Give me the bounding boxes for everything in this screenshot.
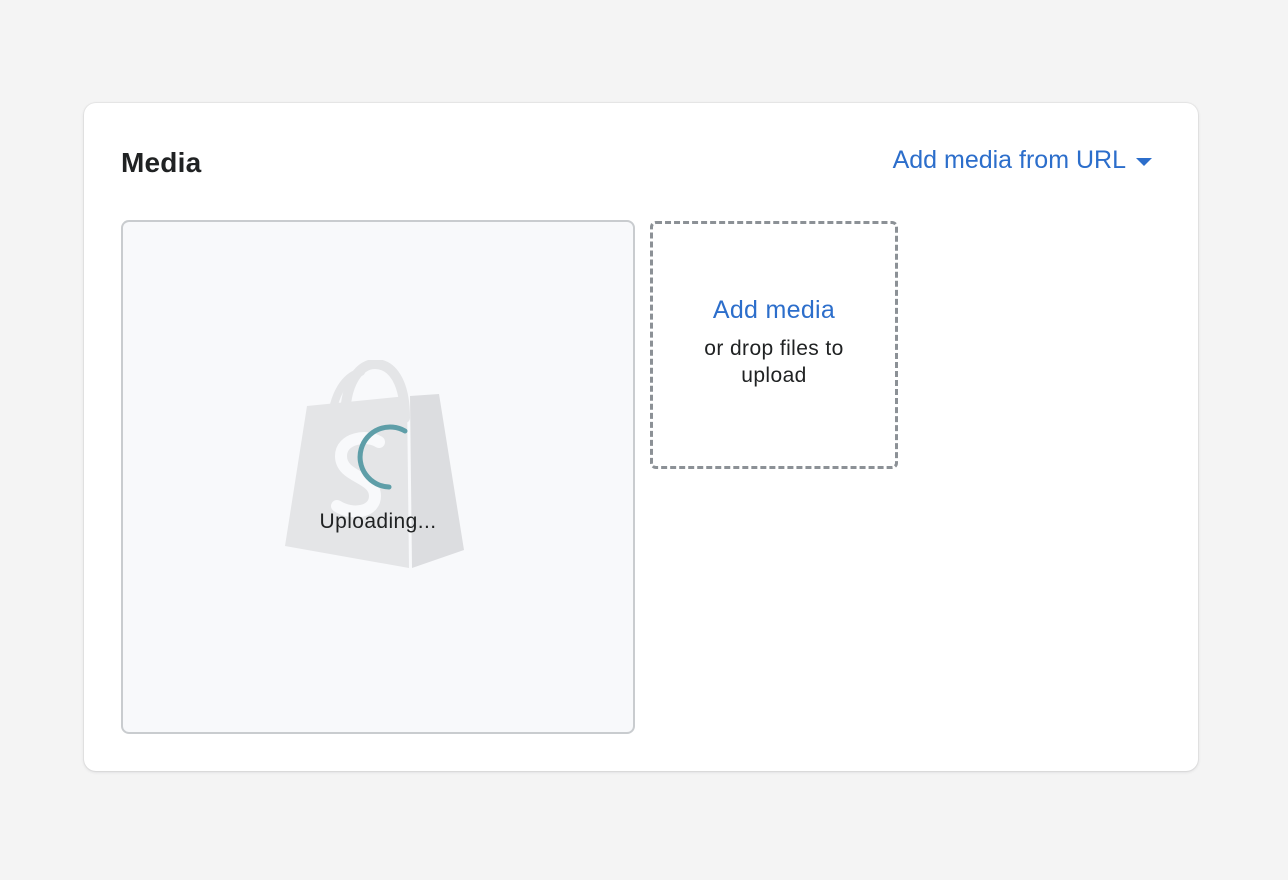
add-media-button[interactable]: Add media — [713, 296, 835, 325]
card-title: Media — [121, 147, 202, 178]
loading-spinner-icon — [357, 424, 408, 490]
add-media-from-url-label: Add media from URL — [892, 146, 1126, 174]
media-dropzone[interactable]: Add media or drop files to upload — [650, 221, 898, 469]
media-card: Media Add media from URL Uploading... Ad… — [84, 103, 1198, 771]
uploading-media-tile: Uploading... — [121, 220, 635, 734]
uploading-status-text: Uploading... — [319, 510, 437, 533]
drop-files-hint: or drop files to upload — [704, 336, 844, 387]
add-media-from-url-button[interactable]: Add media from URL — [893, 146, 1152, 175]
caret-down-icon — [1136, 157, 1152, 166]
